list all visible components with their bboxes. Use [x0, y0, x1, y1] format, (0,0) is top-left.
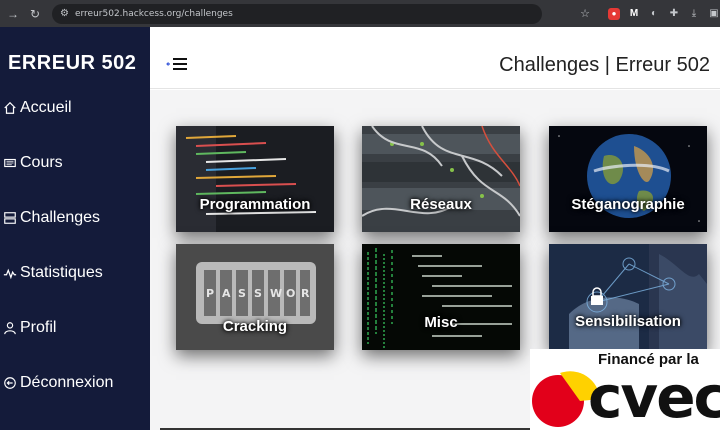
server-icon [3, 211, 17, 225]
sidebar: ERREUR 502 Accueil Cours Challenges Stat… [0, 27, 150, 430]
sidebar-item-deconnexion[interactable]: Déconnexion [3, 374, 113, 392]
code-image [176, 126, 334, 232]
svg-text:R: R [301, 287, 310, 300]
user-icon [3, 321, 17, 335]
challenge-card-sensibilisation[interactable]: Sensibilisation [549, 244, 707, 350]
home-icon [3, 101, 17, 115]
security-hand-image [549, 244, 707, 350]
page-header: Challenges | Erreur 502 [150, 27, 720, 89]
challenge-card-misc[interactable]: Misc [362, 244, 520, 350]
sponsor-name: cvec [588, 363, 720, 431]
browser-toolbar: → ↻ ⚙ erreur502.hackcess.org/challenges … [0, 0, 720, 27]
network-image [362, 126, 520, 232]
svg-text:P: P [206, 287, 214, 300]
bookmark-star-icon[interactable]: ☆ [580, 7, 590, 20]
site-info-icon[interactable]: ⚙ [60, 8, 69, 19]
svg-text:S: S [238, 287, 246, 300]
side-panel-icon[interactable]: ▣ [708, 8, 720, 19]
address-bar[interactable]: ⚙ erreur502.hackcess.org/challenges [52, 3, 542, 24]
card-label: Programmation [199, 196, 311, 213]
card-label: Cracking [222, 318, 288, 335]
page-title: Challenges | Erreur 502 [499, 54, 710, 76]
card-label: Réseaux [410, 196, 472, 213]
sidebar-item-label: Déconnexion [20, 374, 114, 391]
sidebar-item-label: Cours [20, 154, 63, 171]
extension-red-icon[interactable]: ● [608, 7, 620, 20]
reload-icon[interactable]: ↻ [26, 7, 44, 21]
challenge-card-programmation[interactable]: Programmation [176, 126, 334, 232]
url-text: erreur502.hackcess.org/challenges [74, 8, 233, 19]
card-label: Misc [424, 314, 458, 331]
sidebar-item-cours[interactable]: Cours [3, 154, 63, 172]
book-icon [3, 156, 17, 170]
challenge-card-cracking[interactable]: PASSWOR Cracking [176, 244, 334, 350]
logout-icon [3, 376, 17, 390]
menu-toggle-icon[interactable] [166, 57, 188, 71]
sidebar-item-label: Statistiques [20, 264, 103, 281]
sidebar-item-label: Accueil [20, 99, 72, 116]
svg-text:O: O [286, 287, 295, 300]
download-icon[interactable]: ⤓ [688, 8, 700, 19]
terminal-image [362, 244, 520, 350]
challenge-card-steganographie[interactable]: Stéganographie [549, 126, 707, 232]
forward-icon[interactable]: → [4, 7, 22, 21]
extension-m-icon[interactable]: M [628, 8, 640, 19]
svg-text:S: S [254, 287, 262, 300]
card-label: Stéganographie [571, 196, 685, 213]
sponsor-logo: Financé par la cvec [530, 349, 720, 431]
sidebar-item-challenges[interactable]: Challenges [3, 209, 100, 227]
svg-text:W: W [270, 287, 282, 300]
sidebar-item-accueil[interactable]: Accueil [3, 99, 72, 117]
chart-line-icon [3, 266, 17, 280]
brand-logo[interactable]: ERREUR 502 [8, 52, 136, 75]
sidebar-item-profil[interactable]: Profil [3, 319, 56, 337]
svg-text:A: A [222, 287, 231, 300]
sidebar-item-statistiques[interactable]: Statistiques [3, 264, 103, 282]
challenge-card-reseaux[interactable]: Réseaux [362, 126, 520, 232]
extensions-puzzle-icon[interactable]: ✚ [668, 8, 680, 19]
earth-image [549, 126, 707, 232]
card-label: Sensibilisation [575, 313, 681, 330]
sidebar-item-label: Challenges [20, 209, 101, 226]
extension-icon[interactable]: ◐ [648, 8, 660, 19]
sidebar-item-label: Profil [20, 319, 57, 336]
extensions-area: ● M ◐ ✚ ⤓ ▣ [608, 7, 720, 20]
